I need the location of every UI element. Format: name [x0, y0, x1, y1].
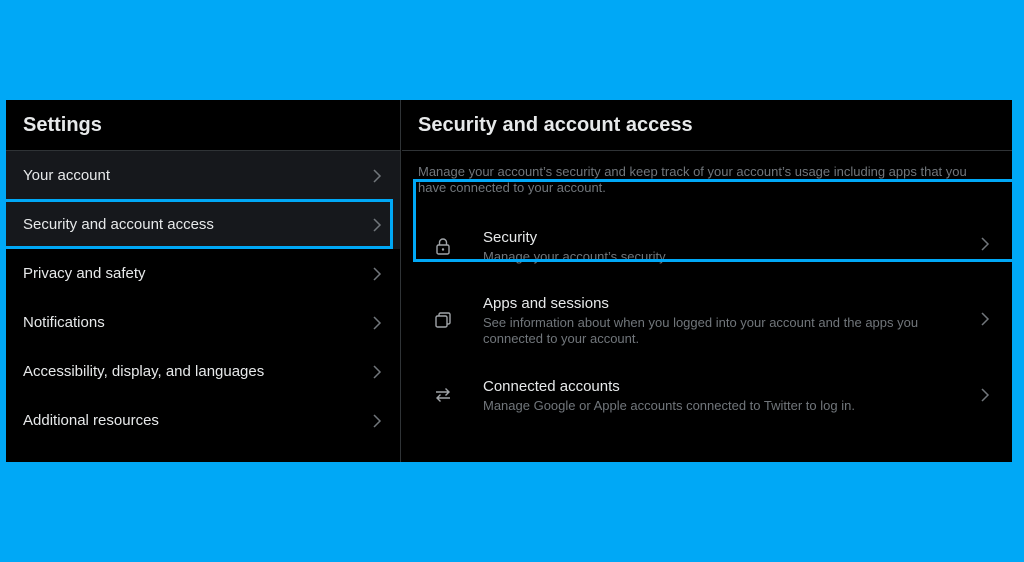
nav-item-accessibility[interactable]: Accessibility, display, and languages [6, 347, 400, 396]
nav-item-label: Your account [23, 167, 111, 184]
settings-title: Settings [23, 114, 102, 136]
chevron-right-icon [373, 168, 382, 183]
setting-title: Connected accounts [483, 378, 620, 395]
description-text: Manage your account’s security and keep … [418, 164, 967, 195]
setting-apps-and-sessions[interactable]: Apps and sessions See information about … [402, 295, 1012, 355]
nav-item-label: Security and account access [23, 216, 214, 233]
chevron-right-icon [981, 312, 990, 326]
chevron-right-icon [981, 388, 990, 402]
nav-item-your-account[interactable]: Your account [6, 151, 400, 200]
nav-item-additional-resources[interactable]: Additional resources [6, 396, 400, 445]
nav-item-label: Additional resources [23, 412, 159, 429]
edge-right [1012, 100, 1024, 462]
nav-item-label: Notifications [23, 314, 105, 331]
setting-title: Apps and sessions [483, 295, 609, 312]
chevron-right-icon [373, 315, 382, 330]
setting-subtitle: See information about when you logged in… [483, 315, 919, 346]
chevron-right-icon [981, 237, 990, 251]
arrows-swap-icon [436, 388, 450, 402]
nav-item-notifications[interactable]: Notifications [6, 298, 400, 347]
chevron-right-icon [373, 266, 382, 281]
chevron-right-icon [373, 364, 382, 379]
setting-subtitle: Manage Google or Apple accounts connecte… [483, 398, 855, 413]
detail-title: Security and account access [418, 114, 693, 136]
setting-title: Security [483, 229, 538, 246]
nav-item-security-and-account-access[interactable]: Security and account access [6, 200, 400, 249]
lock-icon [436, 238, 450, 255]
nav-item-label: Privacy and safety [23, 265, 146, 282]
detail-header: Security and account access [402, 100, 1012, 151]
apps-icon [435, 312, 451, 328]
security-detail-column: Security and account access Manage your … [402, 100, 1012, 462]
settings-header: Settings [6, 100, 400, 151]
nav-item-privacy-and-safety[interactable]: Privacy and safety [6, 249, 400, 298]
settings-window: Settings Your account Security and accou… [0, 100, 1024, 462]
nav-item-label: Accessibility, display, and languages [23, 363, 265, 380]
chevron-right-icon [373, 217, 382, 232]
settings-nav-column: Settings Your account Security and accou… [6, 100, 401, 462]
setting-subtitle: Manage your account’s security. [483, 249, 669, 264]
setting-security[interactable]: Security Manage your account’s security. [402, 229, 1012, 274]
setting-connected-accounts[interactable]: Connected accounts Manage Google or Appl… [402, 378, 1012, 423]
chevron-right-icon [373, 413, 382, 428]
